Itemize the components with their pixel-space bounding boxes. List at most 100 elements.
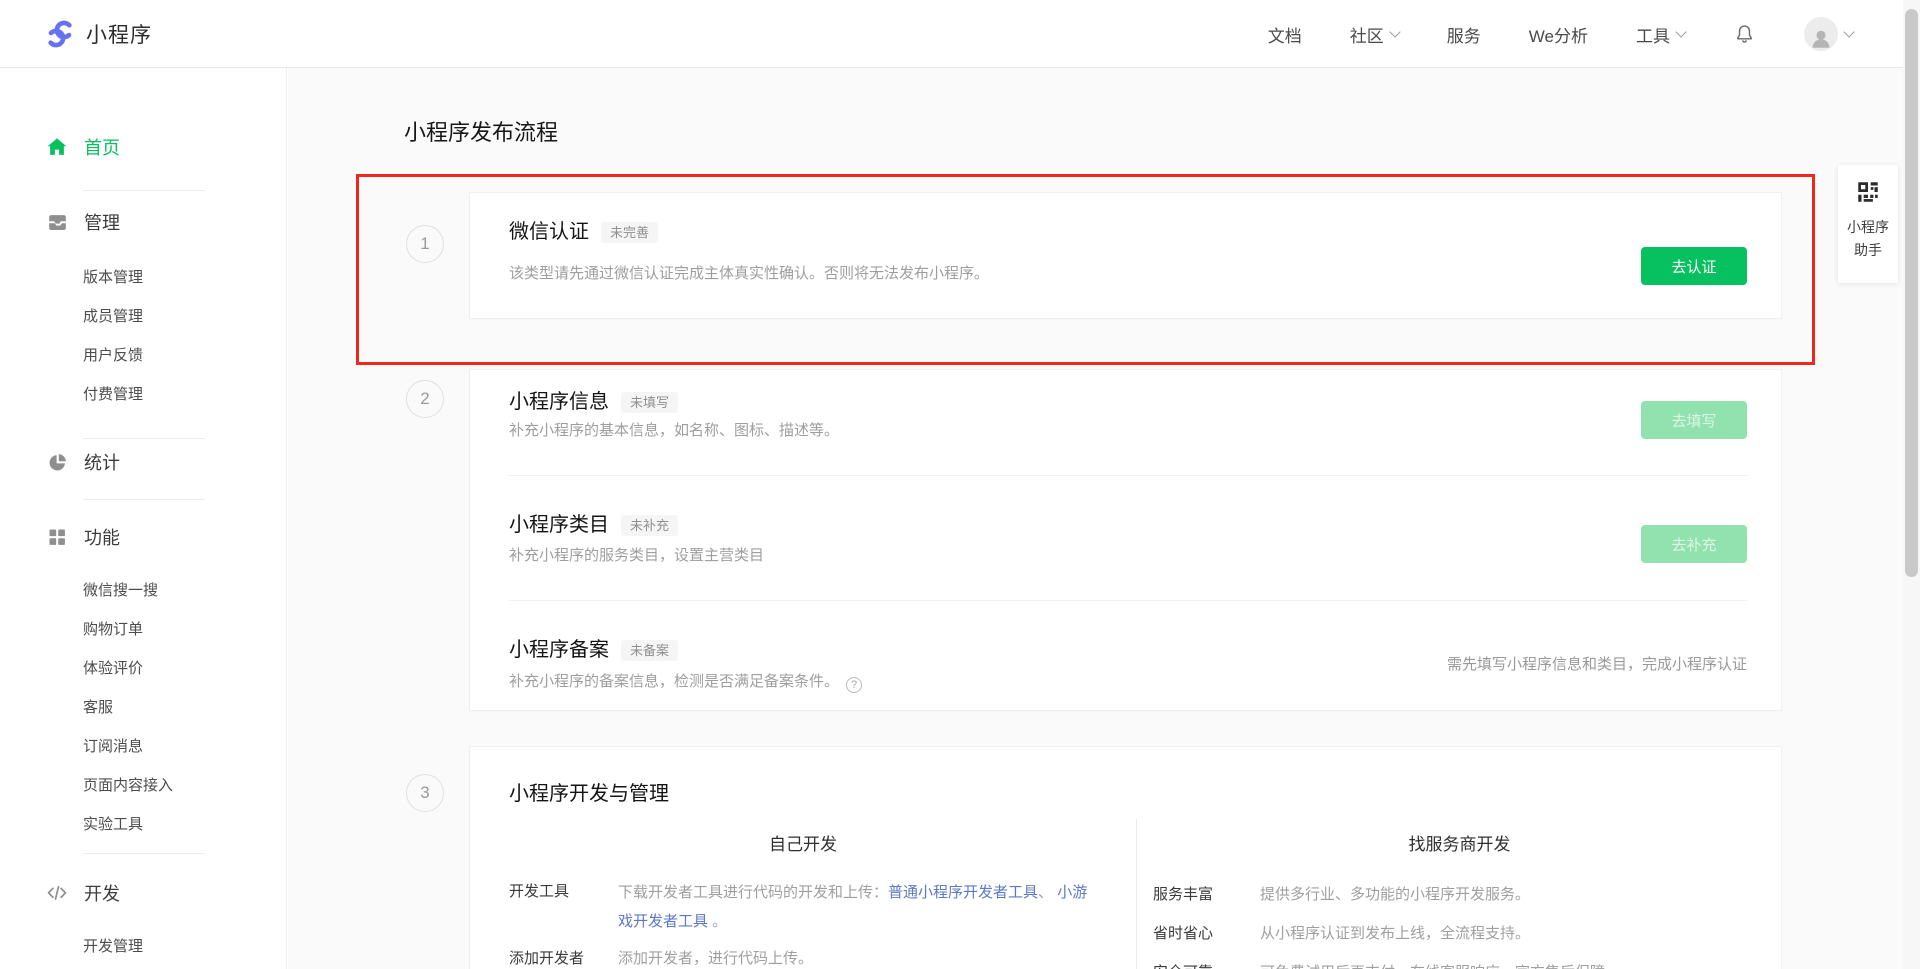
sidebar-item-label: 功能: [84, 524, 120, 550]
sidebar-item-experimental-tools[interactable]: 实验工具: [0, 805, 286, 844]
status-badge: 未填写: [621, 392, 678, 413]
step-1-desc: 该类型请先通过微信认证完成主体真实性确认。否则将无法发布小程序。: [509, 263, 989, 285]
mini-category-title: 小程序类目: [509, 511, 609, 539]
sidebar-item-label: 管理: [84, 209, 120, 235]
sidebar-item-subscribe-message[interactable]: 订阅消息: [0, 727, 286, 766]
nav-we-analysis[interactable]: We分析: [1529, 22, 1588, 47]
miniprogram-logo-icon: [44, 18, 76, 50]
go-fill-button[interactable]: 去填写: [1641, 401, 1747, 439]
divider: [509, 475, 1747, 476]
dev-tools-desc-suffix: 。: [708, 913, 727, 930]
qr-code-icon: [1855, 179, 1881, 205]
find-provider-header: 找服务商开发: [1136, 833, 1783, 857]
nav-services-label: 服务: [1447, 22, 1481, 47]
notification-bell-icon[interactable]: [1733, 23, 1756, 46]
save-time-label: 省时省心: [1153, 923, 1213, 945]
step-1-title: 微信认证: [509, 218, 589, 246]
inbox-icon: [45, 210, 69, 234]
add-developer-label: 添加开发者: [509, 948, 584, 969]
assistant-label-line1: 小程序: [1847, 216, 1889, 239]
nav-services[interactable]: 服务: [1447, 22, 1481, 47]
pie-chart-icon: [45, 450, 69, 474]
step-3-card: 小程序开发与管理 自己开发 找服务商开发 开发工具 下载开发者工具进行代码的开发…: [469, 746, 1782, 969]
sidebar-item-member-manage[interactable]: 成员管理: [0, 297, 286, 336]
sidebar-item-shopping-orders[interactable]: 购物订单: [0, 610, 286, 649]
nav-we-analysis-label: We分析: [1529, 22, 1588, 47]
assistant-label-line2: 助手: [1847, 239, 1889, 262]
sidebar-item-features[interactable]: 功能: [0, 517, 286, 557]
safe-reliable-desc: 可免费试用后再支付，在线客服响应、官方售后保障: [1260, 962, 1605, 969]
sidebar-item-dev-manage[interactable]: 开发管理: [0, 927, 286, 966]
person-icon: [1808, 25, 1834, 51]
add-developer-desc: 添加开发者，进行代码上传。: [618, 948, 813, 969]
divider: [83, 438, 205, 439]
dev-tools-desc: 下载开发者工具进行代码的开发和上传：普通小程序开发者工具、 小游戏开发者工具 。: [618, 878, 1100, 936]
go-verify-button[interactable]: 去认证: [1641, 247, 1747, 285]
safe-reliable-label: 安全可靠: [1153, 962, 1213, 969]
sidebar-item-experience-rating[interactable]: 体验评价: [0, 649, 286, 688]
step-2-number: 2: [406, 380, 444, 418]
sidebar-item-version-manage[interactable]: 版本管理: [0, 258, 286, 297]
mini-info-desc: 补充小程序的基本信息，如名称、图标、描述等。: [509, 420, 839, 442]
step-3-number: 3: [406, 774, 444, 812]
step-1-number: 1: [406, 225, 444, 263]
prerequisite-note: 需先填写小程序信息和类目，完成小程序认证: [1447, 653, 1747, 674]
sidebar-item-paid-manage[interactable]: 付费管理: [0, 375, 286, 414]
chevron-down-icon: [1843, 26, 1854, 37]
help-question-icon[interactable]: ?: [846, 677, 862, 693]
sidebar: 首页 管理 版本管理 成员管理 用户反馈 付费管理 统计: [0, 68, 287, 969]
self-develop-header: 自己开发: [470, 833, 1136, 857]
sidebar-item-user-feedback[interactable]: 用户反馈: [0, 336, 286, 375]
nav-docs-label: 文档: [1268, 22, 1302, 47]
sidebar-item-development[interactable]: 开发: [0, 873, 286, 913]
step-1-card: 微信认证 未完善 该类型请先通过微信认证完成主体真实性确认。否则将无法发布小程序…: [469, 192, 1782, 319]
nav-community-label: 社区: [1350, 22, 1384, 47]
app-logo[interactable]: 小程序: [44, 18, 152, 50]
vertical-scrollbar[interactable]: [1903, 0, 1920, 969]
logo-text: 小程序: [86, 19, 152, 49]
miniprogram-assistant-panel[interactable]: 小程序 助手: [1838, 165, 1898, 283]
top-header: 小程序 文档 社区 服务 We分析 工具: [0, 0, 1903, 68]
avatar: [1804, 17, 1838, 51]
top-nav: 文档 社区 服务 We分析 工具: [1268, 0, 1853, 68]
step-3-title: 小程序开发与管理: [509, 777, 669, 806]
status-badge: 未完善: [601, 222, 658, 243]
mini-icp-desc-text: 补充小程序的备案信息，检测是否满足备案条件。: [509, 673, 839, 690]
sidebar-item-home[interactable]: 首页: [0, 127, 286, 167]
page-title: 小程序发布流程: [404, 115, 558, 147]
sidebar-item-wechat-search[interactable]: 微信搜一搜: [0, 571, 286, 610]
home-icon: [45, 135, 69, 159]
rich-service-label: 服务丰富: [1153, 884, 1213, 906]
status-badge: 未补充: [621, 515, 678, 536]
sidebar-item-label: 统计: [84, 449, 120, 475]
save-time-desc: 从小程序认证到发布上线，全流程支持。: [1260, 923, 1530, 945]
user-menu[interactable]: [1804, 17, 1853, 51]
sidebar-item-page-content-access[interactable]: 页面内容接入: [0, 766, 286, 805]
sidebar-item-statistics[interactable]: 统计: [0, 442, 286, 482]
divider: [83, 190, 205, 191]
main-content: 小程序发布流程 1 2 3 微信认证 未完善 该类型请先通过微信认证完成主体真实…: [288, 68, 1903, 969]
normal-devtools-link[interactable]: 普通小程序开发者工具: [888, 884, 1038, 901]
chevron-down-icon: [1389, 26, 1400, 37]
nav-community[interactable]: 社区: [1350, 22, 1399, 47]
divider: [509, 600, 1747, 601]
dev-tools-label: 开发工具: [509, 881, 569, 903]
nav-tools[interactable]: 工具: [1636, 22, 1685, 47]
code-icon: [45, 881, 69, 905]
sidebar-item-manage[interactable]: 管理: [0, 202, 286, 242]
grid-icon: [45, 525, 69, 549]
mini-info-title: 小程序信息: [509, 388, 609, 416]
mini-icp-title: 小程序备案: [509, 636, 609, 664]
chevron-down-icon: [1675, 26, 1686, 37]
step-2-card: 小程序信息 未填写 补充小程序的基本信息，如名称、图标、描述等。 去填写 小程序…: [469, 369, 1782, 711]
mini-category-desc: 补充小程序的服务类目，设置主营类目: [509, 545, 764, 567]
sidebar-item-customer-service[interactable]: 客服: [0, 688, 286, 727]
link-separator: 、: [1038, 884, 1057, 901]
scrollbar-thumb[interactable]: [1905, 9, 1918, 577]
nav-docs[interactable]: 文档: [1268, 22, 1302, 47]
mini-icp-desc: 补充小程序的备案信息，检测是否满足备案条件。?: [509, 671, 862, 693]
sidebar-item-label: 开发: [84, 880, 120, 906]
go-supplement-button[interactable]: 去补充: [1641, 525, 1747, 563]
divider: [83, 499, 205, 500]
nav-tools-label: 工具: [1636, 22, 1670, 47]
